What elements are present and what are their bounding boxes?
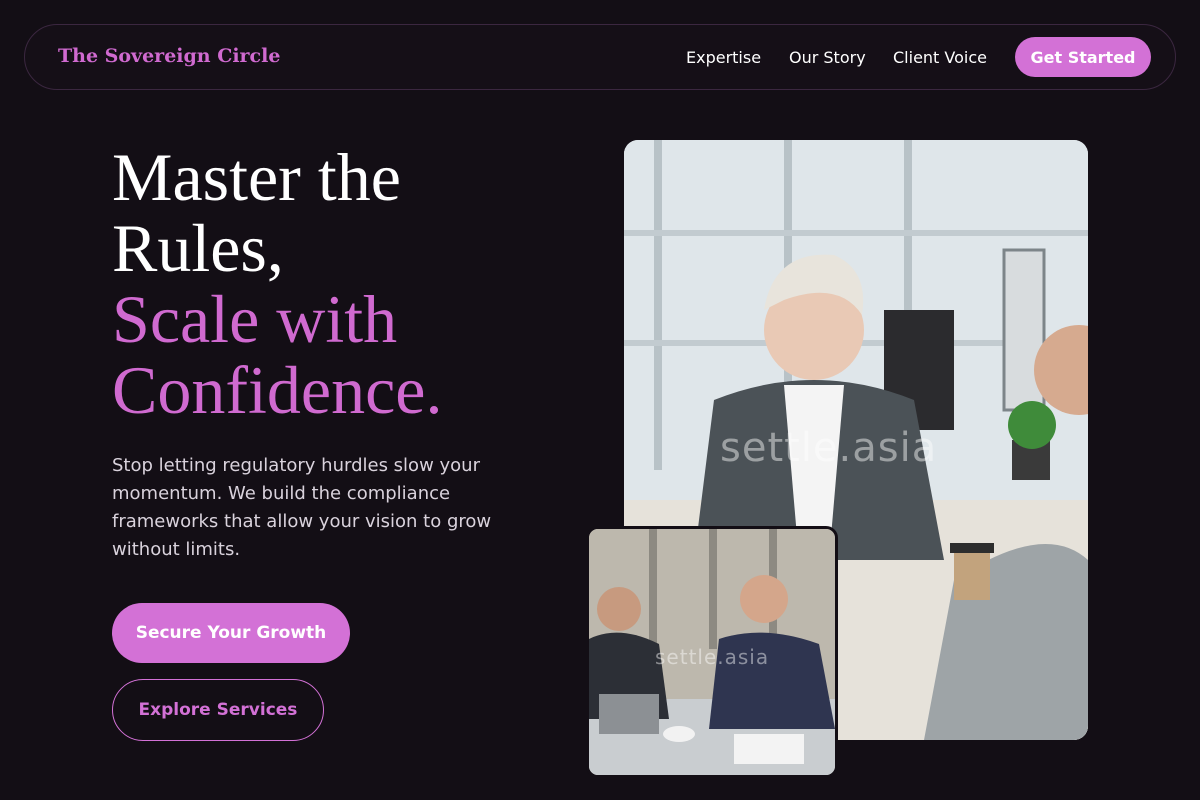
get-started-button[interactable]: Get Started [1015,37,1151,77]
headline-line-1: Master the [112,139,401,215]
hero-description: Stop letting regulatory hurdles slow you… [112,455,492,560]
nav-link-client-voice[interactable]: Client Voice [893,48,987,67]
secure-your-growth-button[interactable]: Secure Your Growth [112,603,350,663]
headline-accent-line-2: Confidence. [112,352,443,428]
small-photo-watermark: settle.asia [655,645,770,669]
headline-line-2: Rules, [112,210,284,286]
nav-link-expertise[interactable]: Expertise [686,48,761,67]
main-photo-watermark: settle.asia [720,425,938,471]
nav-link-our-story[interactable]: Our Story [789,48,866,67]
headline-accent-line-1: Scale with [112,281,398,357]
hero-headline: Master the Rules, Scale with Confidence. [112,142,592,426]
explore-services-button[interactable]: Explore Services [112,679,324,741]
top-navbar: The Sovereign Circle Expertise Our Story… [24,24,1176,90]
meeting-photo-small: settle.asia [586,526,838,778]
brand-logo[interactable]: The Sovereign Circle [58,45,280,67]
